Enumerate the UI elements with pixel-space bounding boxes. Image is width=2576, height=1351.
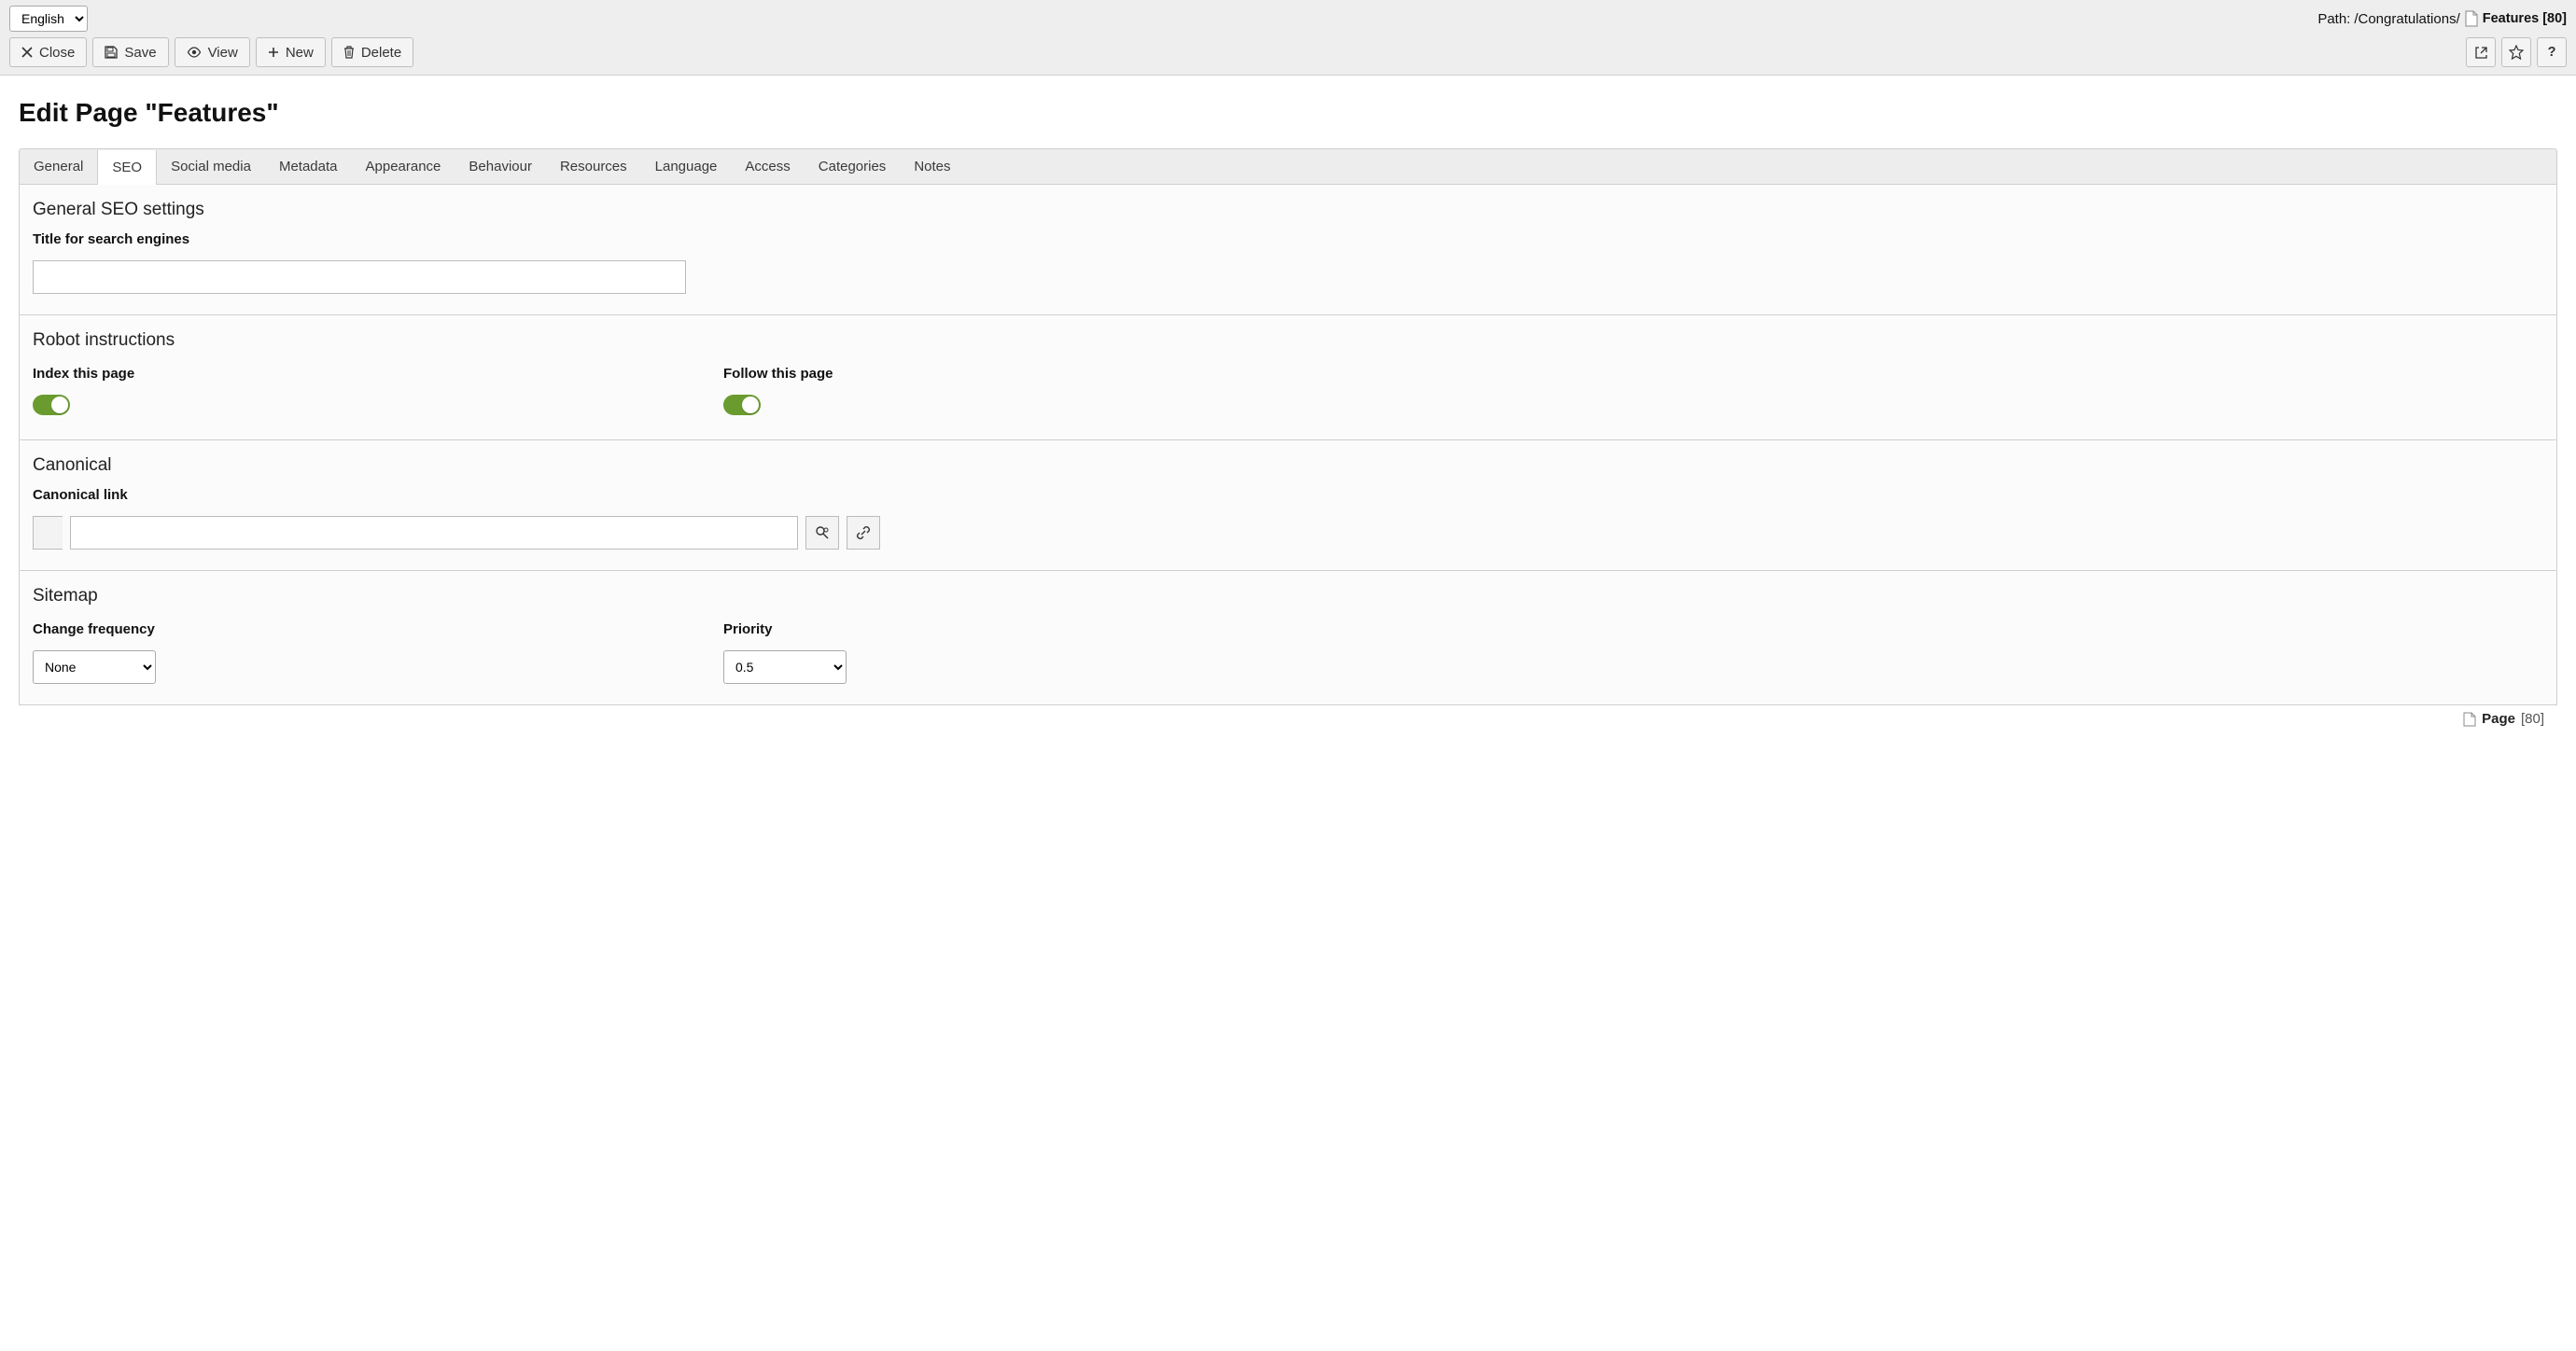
trash-icon [343,46,355,59]
page-icon [2463,712,2476,727]
tab-language[interactable]: Language [641,149,732,184]
path-label: Path: [2317,11,2350,27]
tab-notes[interactable]: Notes [900,149,964,184]
new-button[interactable]: New [256,37,326,67]
view-label: View [208,45,238,61]
question-icon: ? [2548,45,2556,60]
section-heading: Robot instructions [33,330,2543,351]
tab-social-media[interactable]: Social media [157,149,265,184]
tab-access[interactable]: Access [731,149,804,184]
target-search-icon [815,525,830,540]
section-heading: General SEO settings [33,200,2543,220]
tab-panel-seo: General SEO settings Title for search en… [19,185,2557,705]
section-sitemap: Sitemap Change frequency None Priority 0… [20,571,2556,704]
close-button[interactable]: Close [9,37,87,67]
external-link-button[interactable] [2466,37,2496,67]
plus-icon [268,47,279,58]
breadcrumb-page-id: [80] [2542,11,2567,26]
canonical-link-button[interactable] [847,516,880,550]
follow-toggle[interactable] [723,395,761,415]
index-toggle[interactable] [33,395,70,415]
index-label: Index this page [33,366,723,382]
priority-label: Priority [723,621,1003,637]
section-robot-instructions: Robot instructions Index this page Follo… [20,315,2556,440]
close-label: Close [39,45,75,61]
priority-select[interactable]: 0.5 [723,650,847,684]
delete-label: Delete [361,45,401,61]
path-value: /Congratulations/ [2354,11,2459,27]
canonical-search-button[interactable] [805,516,839,550]
tab-seo[interactable]: SEO [97,150,157,185]
breadcrumb-page-name: Features [2483,11,2539,26]
tab-general[interactable]: General [20,149,97,184]
delete-button[interactable]: Delete [331,37,413,67]
footer-type-label: Page [2482,711,2515,727]
main-content: Edit Page "Features" General SEO Social … [0,76,2576,740]
tab-appearance[interactable]: Appearance [352,149,455,184]
help-button[interactable]: ? [2537,37,2567,67]
tab-metadata[interactable]: Metadata [265,149,352,184]
canonical-link-label: Canonical link [33,487,2543,503]
section-heading: Canonical [33,455,2543,476]
section-heading: Sitemap [33,586,2543,606]
follow-label: Follow this page [723,366,1003,382]
canonical-drag-handle[interactable] [33,516,63,550]
link-icon [856,525,871,540]
page-title: Edit Page "Features" [19,98,2557,128]
eye-icon [187,47,202,58]
save-icon [105,46,118,59]
close-icon [21,47,33,58]
change-frequency-select[interactable]: None [33,650,156,684]
tab-resources[interactable]: Resources [546,149,641,184]
change-frequency-label: Change frequency [33,621,723,637]
save-label: Save [124,45,156,61]
view-button[interactable]: View [175,37,250,67]
tab-bar: General SEO Social media Metadata Appear… [19,148,2557,185]
language-select[interactable]: English [9,6,88,32]
favorite-button[interactable] [2501,37,2531,67]
title-for-search-engines-label: Title for search engines [33,231,2543,247]
top-toolbar: English Path: /Congratulations/ Features… [0,0,2576,76]
new-label: New [286,45,314,61]
page-icon [2464,10,2479,27]
canonical-link-input[interactable] [70,516,798,550]
title-for-search-engines-input[interactable] [33,260,686,294]
section-canonical: Canonical Canonical link [20,440,2556,571]
tab-categories[interactable]: Categories [805,149,901,184]
page-footer: Page [80] [19,705,2557,736]
footer-id: [80] [2521,711,2544,727]
tab-behaviour[interactable]: Behaviour [455,149,546,184]
save-button[interactable]: Save [92,37,168,67]
section-general-seo: General SEO settings Title for search en… [20,185,2556,315]
